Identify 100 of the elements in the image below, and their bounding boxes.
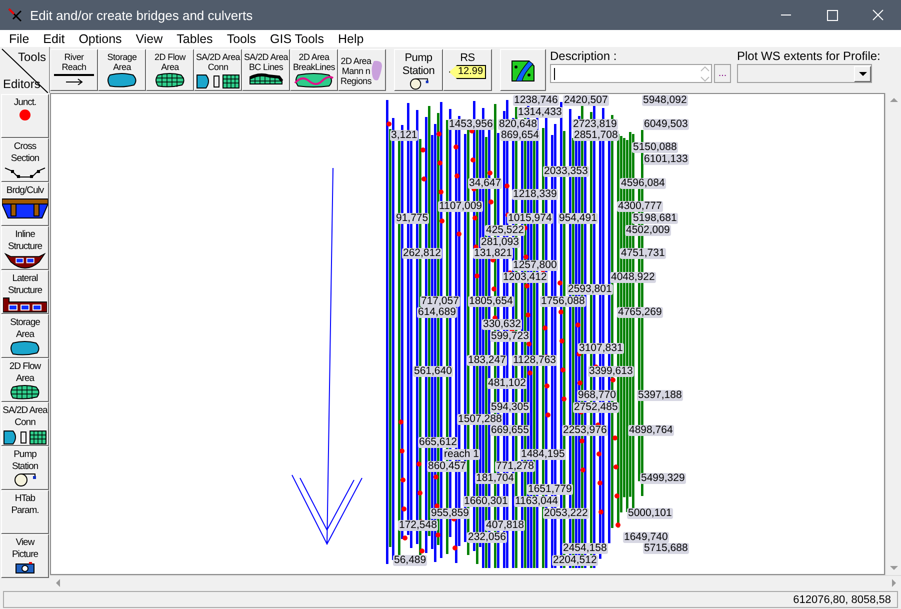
station-label: 1218,339 [512, 189, 558, 200]
editor-button[interactable]: HTab Param. [1, 490, 49, 534]
menu-item[interactable]: Tools [220, 32, 263, 46]
editor-button[interactable]: Junct. [1, 94, 49, 138]
tool-button[interactable]: 2D Area Mann n Regions [338, 49, 386, 91]
tool-button[interactable]: SA/2D Area BC Lines [242, 49, 290, 91]
editor-button[interactable]: SA/2D Area Conn [1, 402, 49, 446]
storage-blob-icon [106, 73, 138, 88]
station-label: 2204,512 [552, 555, 598, 566]
menu-item[interactable]: Edit [36, 32, 72, 46]
station-label: 481,102 [487, 378, 527, 389]
station-label: 5499,329 [640, 473, 686, 484]
grid-blob-icon [9, 385, 41, 400]
station-label: 2593,801 [567, 284, 613, 295]
editor-button[interactable]: Brdg/Culv [1, 182, 49, 226]
station-label: 6101,133 [643, 154, 689, 165]
station-label: 2420,507 [563, 95, 609, 106]
editors-label: Editors [3, 77, 40, 91]
lateral-weir-icon [3, 297, 47, 313]
station-label: 4300,777 [617, 201, 663, 212]
junction-dot-icon [19, 109, 31, 121]
station-label: 1128,763 [512, 355, 558, 366]
menu-item[interactable]: Help [330, 32, 371, 46]
window-title: Edit and/or create bridges and culverts [30, 8, 253, 22]
grid-breakline-icon [294, 73, 334, 88]
pump-icon [13, 473, 37, 487]
station-label: 860,457 [427, 461, 467, 472]
tool-button[interactable]: 2D Flow Area [146, 49, 194, 91]
connection-shapes-icon [196, 73, 240, 89]
station-label: 771,278 [495, 461, 535, 472]
tool-button[interactable]: Pump Station [394, 49, 443, 91]
station-label: 1238,746 [513, 95, 559, 106]
station-label: 56,489 [393, 555, 428, 566]
vertical-scrollbar[interactable] [885, 93, 901, 575]
editor-button[interactable]: Lateral Structure [1, 270, 49, 314]
station-label: 5948,092 [642, 95, 688, 106]
station-label: 4898,764 [628, 425, 674, 436]
station-label: 1651,779 [527, 484, 573, 495]
station-label: 262,812 [402, 248, 442, 259]
tool-button[interactable] [500, 49, 546, 91]
more-button[interactable]: ... [714, 64, 731, 83]
map-canvas[interactable] [50, 93, 885, 575]
station-label: 869,654 [500, 130, 540, 141]
bridge-icon [2, 197, 48, 219]
tool-button[interactable]: SA/2D Area Conn [194, 49, 242, 91]
profile-label: Plot WS extents for Profile: [737, 49, 880, 64]
station-label: 1484,195 [520, 449, 566, 460]
horizontal-scrollbar[interactable] [50, 575, 901, 590]
menu-item[interactable]: Options [72, 32, 129, 46]
station-label: 6049,503 [643, 119, 689, 130]
station-label: 4751,731 [620, 248, 666, 259]
station-label: 5715,688 [643, 543, 689, 554]
station-label: 172,548 [398, 520, 438, 531]
station-label: 1756,088 [540, 296, 586, 307]
river-line-arrow-icon [54, 73, 94, 85]
tool-button[interactable]: River Reach [50, 49, 98, 91]
editor-button[interactable]: View Picture [1, 534, 49, 578]
station-label: 1163,044 [514, 496, 560, 507]
menu-item[interactable]: File [2, 32, 36, 46]
tool-button[interactable]: Storage Area [98, 49, 146, 91]
station-label: 34,647 [468, 178, 502, 189]
station-label: 5198,681 [632, 213, 678, 224]
station-label: 2033,353 [543, 166, 589, 177]
station-label: 2723,819 [572, 119, 618, 130]
spinner-icon[interactable] [699, 64, 711, 82]
station-label: 2851,708 [573, 130, 619, 141]
editor-button[interactable]: 2D Flow Area [1, 358, 49, 402]
station-label: 1203,412 [502, 272, 548, 283]
description-field[interactable] [550, 64, 712, 83]
tool-button[interactable]: RS 12.99 [443, 49, 492, 91]
connection-shapes-icon [3, 429, 47, 445]
editor-button[interactable]: Storage Area [1, 314, 49, 358]
cursor-coordinates: 612076,80, 8058,58 [793, 594, 891, 606]
station-label: 1660,301 [463, 496, 509, 507]
station-label: 614,689 [417, 307, 457, 318]
editor-button[interactable]: Pump Station [1, 446, 49, 490]
station-label: 1314,433 [517, 107, 563, 118]
station-label: 281,093 [480, 237, 520, 248]
editor-button[interactable]: Cross Section [1, 138, 49, 182]
station-label: 183,247 [467, 355, 507, 366]
station-label: 1649,740 [623, 532, 669, 543]
station-label: 2454,158 [562, 543, 608, 554]
station-label: 4502,009 [625, 225, 671, 236]
station-label: 1107,009 [438, 201, 484, 212]
station-label: 5000,101 [627, 508, 673, 519]
station-label: 561,640 [413, 366, 453, 377]
station-label: 717,057 [420, 296, 460, 307]
editor-button[interactable]: Inline Structure [1, 226, 49, 270]
station-label: 3399,613 [588, 366, 634, 377]
menu-item[interactable]: GIS Tools [263, 32, 331, 46]
station-label: 1015,974 [507, 213, 553, 224]
station-label: 1257,800 [512, 260, 558, 271]
menu-item[interactable]: Tables [170, 32, 220, 46]
station-label: 131,821 [473, 248, 513, 259]
menu-item[interactable]: View [128, 32, 170, 46]
station-label: 1507,288 [457, 414, 503, 425]
station-label: 2253,976 [562, 425, 608, 436]
tool-button[interactable]: 2D Area BreakLines [290, 49, 338, 91]
tools-label: Tools [18, 50, 46, 64]
station-label: 2752,485 [573, 402, 619, 413]
